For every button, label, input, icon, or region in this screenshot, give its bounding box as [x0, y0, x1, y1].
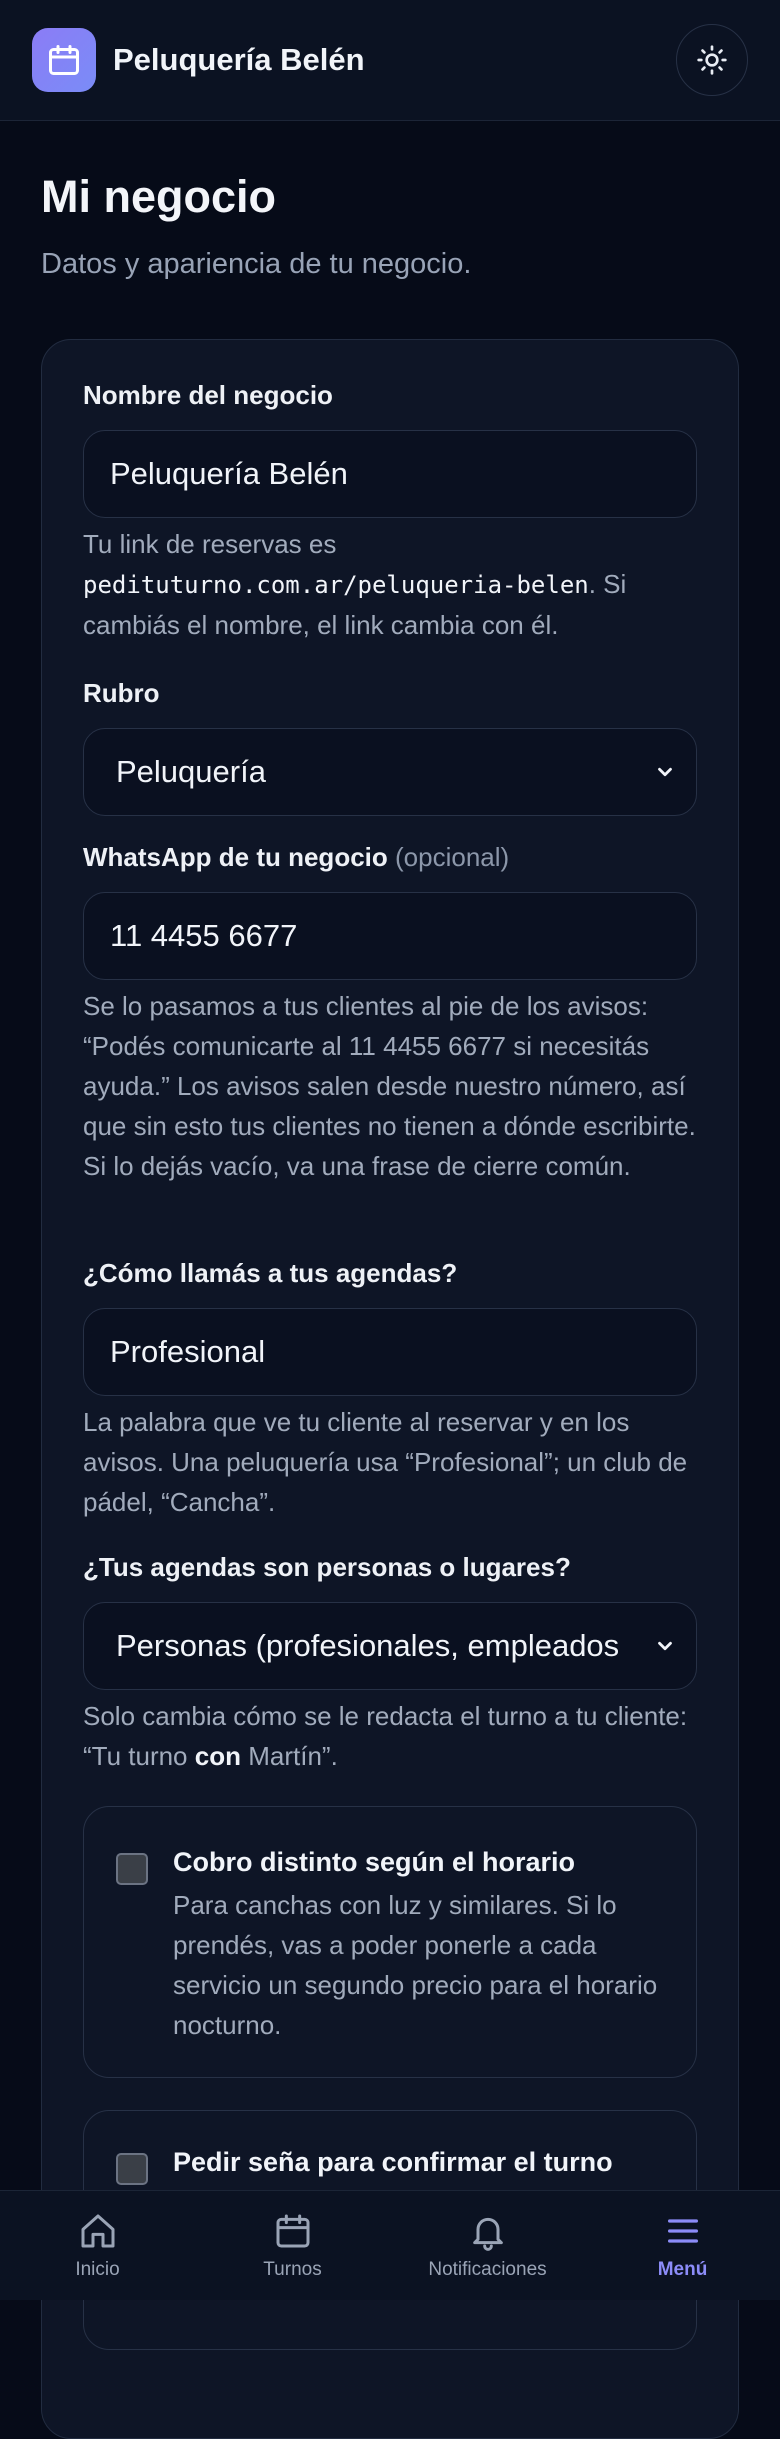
night-pricing-desc: Para canchas con luz y similares. Si lo …	[173, 1890, 658, 2040]
home-icon	[81, 2214, 114, 2248]
booking-link-help: Tu link de reservas es pedituturno.com.a…	[83, 529, 627, 640]
bottom-nav: Inicio Turnos Notificaciones Menú	[0, 2190, 780, 2300]
agendas-value: Profesional	[110, 1334, 266, 1369]
whatsapp-label: WhatsApp de tu negocio (opcional)	[83, 842, 510, 872]
night-pricing-title: Cobro distinto según el horario	[173, 1847, 576, 1877]
brand-name: Peluquería Belén	[113, 42, 365, 77]
chevron-down-icon	[658, 1641, 672, 1651]
booking-link-url: pedituturno.com.ar/peluqueria-belen	[83, 571, 589, 599]
nav-item-menu[interactable]: Menú	[585, 2191, 780, 2301]
calendar-icon	[276, 2214, 309, 2248]
nav-label: Turnos	[263, 2259, 322, 2280]
night-pricing-checkbox[interactable]	[116, 1853, 148, 1885]
page-title: Mi negocio	[41, 171, 276, 222]
rubro-value: Peluquería	[116, 754, 266, 789]
agendas-name-input[interactable]: Profesional	[83, 1308, 697, 1396]
rubro-label: Rubro	[83, 678, 160, 708]
calendar-icon	[49, 45, 79, 75]
top-bar: Peluquería Belén	[0, 0, 780, 121]
agenda-type-value: Personas (profesionales, empleados	[116, 1628, 620, 1663]
whatsapp-value: 11 4455 6677	[110, 918, 298, 953]
business-name-value: Peluquería Belén	[110, 456, 348, 491]
menu-icon	[667, 2219, 698, 2243]
sun-icon	[697, 45, 727, 75]
nav-label: Notificaciones	[428, 2259, 547, 2280]
whatsapp-help: Se lo pasamos a tus clientes al pie de l…	[83, 991, 696, 1181]
agenda-type-select[interactable]: Personas (profesionales, empleados	[83, 1602, 697, 1690]
chevron-down-icon	[658, 767, 672, 777]
agenda-type-label: ¿Tus agendas son personas o lugares?	[83, 1552, 571, 1582]
page-subtitle: Datos y apariencia de tu negocio.	[41, 248, 472, 280]
nav-item-turnos[interactable]: Turnos	[195, 2191, 390, 2301]
agendas-label: ¿Cómo llamás a tus agendas?	[83, 1258, 458, 1288]
optional-tag: (opcional)	[395, 842, 510, 872]
deposit-title: Pedir seña para confirmar el turno	[173, 2147, 613, 2177]
nav-label: Menú	[657, 2259, 708, 2280]
business-name-label: Nombre del negocio	[83, 380, 333, 410]
agendas-help: La palabra que ve tu cliente al reservar…	[83, 1407, 688, 1517]
whatsapp-input[interactable]: 11 4455 6677	[83, 892, 697, 980]
bell-icon	[472, 2217, 503, 2251]
business-form-card: Nombre del negocio Peluquería Belén Tu l…	[41, 339, 739, 2439]
brand-logo	[32, 28, 96, 92]
agenda-type-help: Solo cambia cómo se le redacta el turno …	[83, 1701, 688, 1771]
nav-item-inicio[interactable]: Inicio	[0, 2191, 195, 2301]
business-name-input[interactable]: Peluquería Belén	[83, 430, 697, 518]
rubro-select[interactable]: Peluquería	[83, 728, 697, 816]
deposit-checkbox[interactable]	[116, 2153, 148, 2185]
nav-label: Inicio	[75, 2259, 120, 2280]
night-pricing-option: Cobro distinto según el horario Para can…	[83, 1806, 697, 2078]
nav-item-notificaciones[interactable]: Notificaciones	[390, 2191, 585, 2301]
theme-toggle-button[interactable]	[676, 24, 748, 96]
